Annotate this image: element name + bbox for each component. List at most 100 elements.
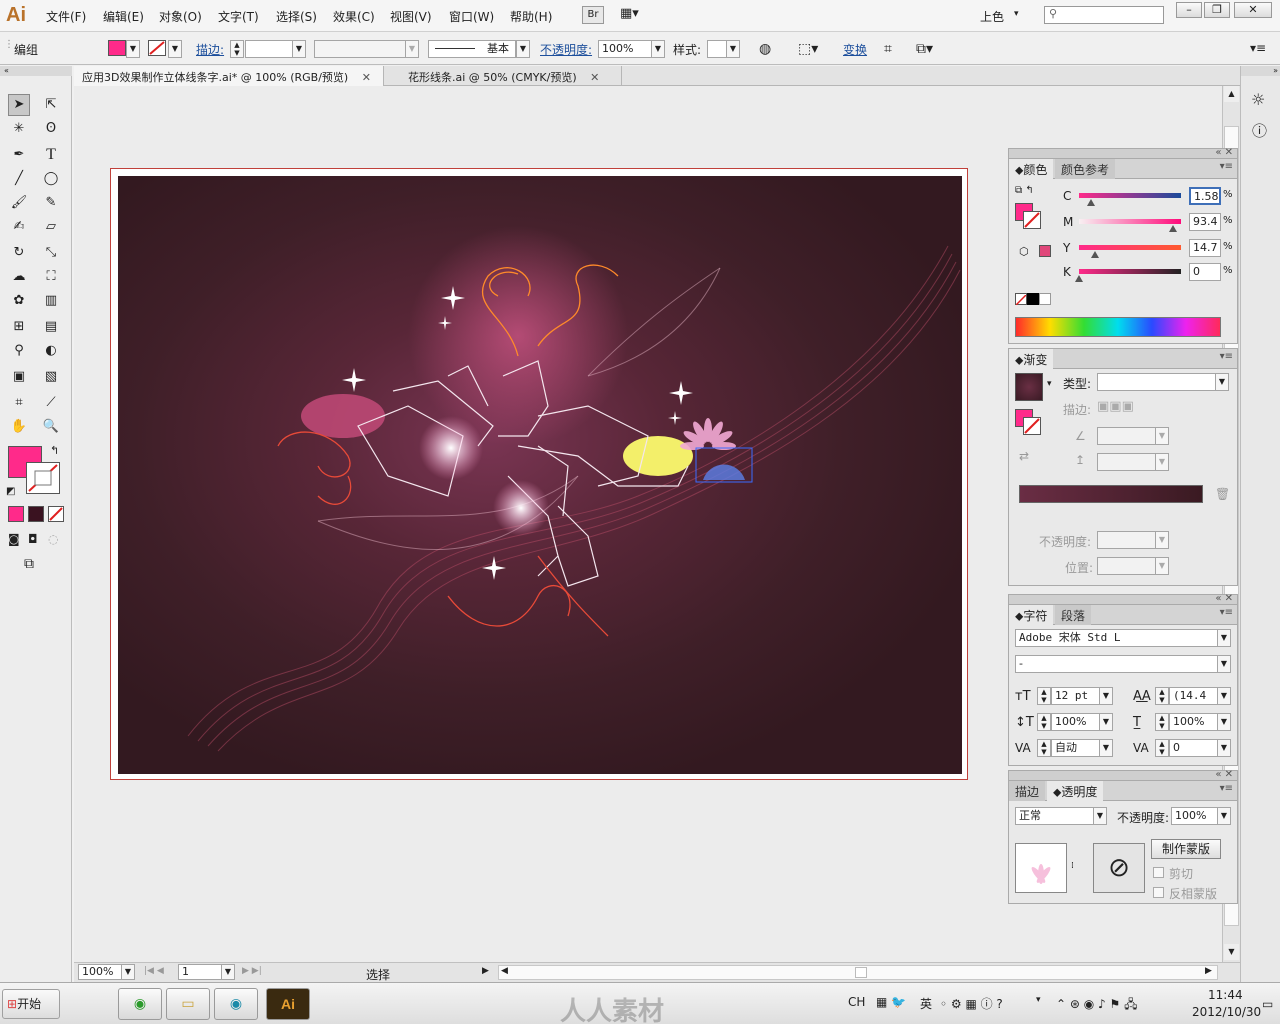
tab-paragraph[interactable]: 段落 <box>1055 605 1092 625</box>
free-transform-tool[interactable]: ⛶ <box>40 266 62 288</box>
kerning-field[interactable]: 自动 <box>1051 739 1103 757</box>
recolor-artwork-icon[interactable]: ◍ <box>759 41 771 57</box>
menu-view[interactable]: 视图(V) <box>390 8 432 25</box>
tray-icons[interactable]: ⌃ ⊛ ◉ ♪ ⚑ 🖧 <box>1056 995 1137 1016</box>
chevron-down-icon[interactable]: ▾ <box>1014 9 1019 19</box>
graphic-style-swatch[interactable] <box>707 40 727 58</box>
tracking-dropdown[interactable]: ▼ <box>1217 739 1231 757</box>
lasso-tool[interactable]: ʘ <box>40 118 62 140</box>
zoom-dropdown[interactable]: ▼ <box>121 964 135 980</box>
tab-color[interactable]: ⬥颜色 <box>1009 159 1054 179</box>
vscale-stepper[interactable]: ▲ ▼ <box>1037 713 1051 731</box>
panel-menu-icon[interactable]: ▾≡ <box>1220 783 1233 794</box>
close-button[interactable]: ✕ <box>1234 2 1272 18</box>
invert-mask-checkbox[interactable] <box>1153 887 1164 898</box>
brush-dropdown[interactable]: ▼ <box>516 40 530 58</box>
stroke-color-box[interactable] <box>1023 417 1041 435</box>
fill-dropdown[interactable]: ▼ <box>126 40 140 58</box>
opacity-link[interactable]: 不透明度: <box>540 41 592 58</box>
channel-c-thumb[interactable] <box>1087 199 1095 206</box>
gradient-angle-field[interactable] <box>1097 427 1157 445</box>
workspace-switcher[interactable]: 上色 <box>980 8 1004 25</box>
transparency-opacity-field[interactable]: 100% <box>1171 807 1219 825</box>
arrange-icon[interactable]: ⧉▾ <box>916 41 933 57</box>
none-swatch[interactable] <box>1015 293 1027 306</box>
ime-mode-label[interactable]: 英 <box>920 995 932 1012</box>
eraser-tool[interactable]: ▱ <box>40 216 62 238</box>
menu-help[interactable]: 帮助(H) <box>510 8 552 25</box>
tab-color-guide[interactable]: 颜色参考 <box>1055 159 1116 179</box>
stop-opacity-field[interactable] <box>1097 531 1157 549</box>
show-desktop-icon[interactable]: ▭ <box>1262 997 1273 1011</box>
channel-m-slider[interactable] <box>1079 219 1181 224</box>
panel-menu-icon[interactable]: ▾≡ <box>1220 607 1233 618</box>
draw-normal-icon[interactable]: ◙ <box>8 532 20 546</box>
make-mask-button[interactable]: 制作蒙版 <box>1151 839 1221 859</box>
channel-y-field[interactable]: 14.7 <box>1189 239 1221 257</box>
zoom-tool[interactable]: 🔍 <box>40 416 62 438</box>
menu-object[interactable]: 对象(O) <box>159 8 202 25</box>
language-indicator[interactable]: CH <box>848 995 865 1009</box>
taskbar-app-explorer[interactable]: ▭ <box>166 988 210 1020</box>
clip-checkbox[interactable] <box>1153 867 1164 878</box>
line-tool[interactable]: ╱ <box>8 168 30 190</box>
profile-dropdown[interactable]: ▼ <box>405 40 419 58</box>
channel-c-field[interactable]: 1.58 <box>1189 187 1221 205</box>
artwork-3d-line-text[interactable] <box>118 176 962 774</box>
leading-field[interactable]: (14.4 <box>1169 687 1219 705</box>
taskbar-app-browser[interactable]: ◉ <box>118 988 162 1020</box>
swap-icon[interactable]: ⧉ ↰ <box>1015 185 1034 196</box>
last-artboard-icon[interactable]: ▶ ▶| <box>242 966 262 976</box>
panel-dock-header[interactable]: « ✕ <box>1009 147 1237 159</box>
isolate-group-icon[interactable]: ⌗ <box>884 41 892 57</box>
channel-k-field[interactable]: 0 <box>1189 263 1221 281</box>
close-icon[interactable]: ✕ <box>590 71 599 84</box>
menu-window[interactable]: 窗口(W) <box>449 8 494 25</box>
gradient-slider[interactable] <box>1019 485 1203 503</box>
default-colors-icon[interactable]: ◩ <box>6 486 15 497</box>
menu-file[interactable]: 文件(F) <box>46 8 86 25</box>
leading-dropdown[interactable]: ▼ <box>1217 687 1231 705</box>
live-paint-select-tool[interactable]: ▧ <box>40 366 62 388</box>
channel-c-slider[interactable] <box>1079 193 1181 198</box>
horizontal-scale-field[interactable]: 100% <box>1169 713 1219 731</box>
mesh-tool[interactable]: ⊞ <box>8 316 30 338</box>
arrange-documents-icon[interactable]: ▦▾ <box>620 6 652 24</box>
channel-y-thumb[interactable] <box>1091 251 1099 258</box>
black-swatch[interactable] <box>1027 293 1039 305</box>
channel-m-thumb[interactable] <box>1169 225 1177 232</box>
zoom-field[interactable]: 100% <box>78 964 122 980</box>
panel-menu-icon[interactable]: ▾≡ <box>1250 41 1266 55</box>
taskbar-app-illustrator[interactable]: Ai <box>266 988 310 1020</box>
font-family-field[interactable]: Adobe 宋体 Std L <box>1015 629 1221 647</box>
opacity-dropdown[interactable]: ▼ <box>651 40 665 58</box>
scroll-up-icon[interactable]: ▲ <box>1224 86 1239 102</box>
color-mode-button[interactable] <box>8 506 24 522</box>
gradient-type-dropdown[interactable]: ▼ <box>1215 373 1229 391</box>
artboard-number-field[interactable]: 1 <box>178 964 222 980</box>
white-swatch[interactable] <box>1039 293 1051 305</box>
gradient-aspect-field[interactable] <box>1097 453 1157 471</box>
panel-dock-header[interactable]: « ✕ <box>1009 769 1237 781</box>
hscale-stepper[interactable]: ▲ ▼ <box>1155 713 1169 731</box>
transform-link[interactable]: 变换 <box>843 41 867 58</box>
kerning-dropdown[interactable]: ▼ <box>1099 739 1113 757</box>
style-dropdown[interactable]: ▼ <box>726 40 740 58</box>
stroke-weight-field[interactable] <box>245 40 293 58</box>
tab-stroke[interactable]: 描边 <box>1009 781 1046 801</box>
scroll-down-icon[interactable]: ▼ <box>1224 944 1239 960</box>
warp-tool[interactable]: ☁ <box>8 266 30 288</box>
collapse-icon[interactable]: « ✕ <box>1215 769 1233 780</box>
stroke-color-box[interactable] <box>26 462 60 494</box>
stroke-weight-dropdown[interactable]: ▼ <box>292 40 306 58</box>
vscale-dropdown[interactable]: ▼ <box>1099 713 1113 731</box>
rotate-tool[interactable]: ↻ <box>8 242 30 264</box>
tab-character[interactable]: ⬥字符 <box>1009 605 1054 625</box>
vertical-scale-field[interactable]: 100% <box>1051 713 1103 731</box>
artboard-dropdown[interactable]: ▼ <box>221 964 235 980</box>
draw-inside-icon[interactable]: ◌ <box>48 532 58 546</box>
taskbar-app-player[interactable]: ◉ <box>214 988 258 1020</box>
font-style-dropdown[interactable]: ▼ <box>1217 655 1231 673</box>
leading-stepper[interactable]: ▲ ▼ <box>1155 687 1169 705</box>
info-panel-icon[interactable]: ⓘ <box>1252 120 1267 141</box>
